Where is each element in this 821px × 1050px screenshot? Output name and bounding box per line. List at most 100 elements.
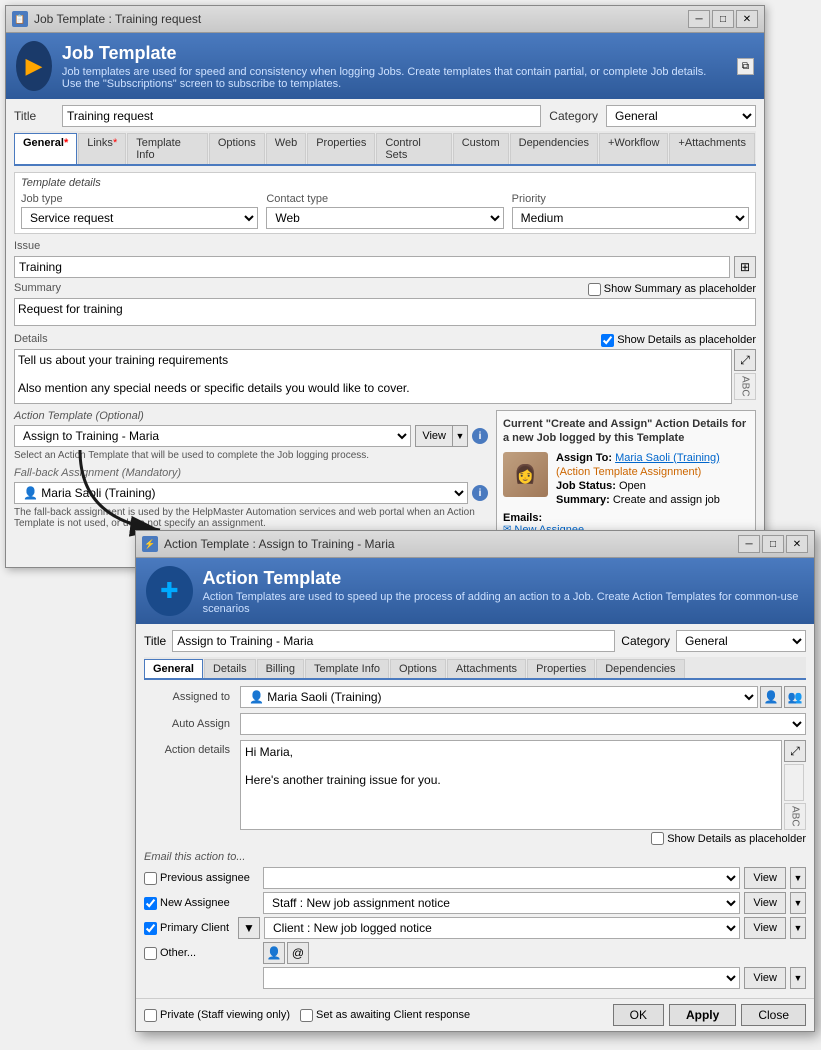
private-checkbox[interactable] <box>144 1009 157 1022</box>
sub-close-btn[interactable]: Close <box>741 1004 806 1026</box>
tab-custom[interactable]: Custom <box>453 133 509 164</box>
issue-grid-button[interactable]: ⊞ <box>734 256 756 278</box>
sub-tab-details[interactable]: Details <box>204 659 256 678</box>
action-scrollbar[interactable] <box>784 764 804 801</box>
email-row-3: Other... 👤 @ <box>144 942 806 964</box>
contact-type-select[interactable]: Web <box>266 207 503 229</box>
show-details-label: Show Details as placeholder <box>240 832 806 845</box>
sub-tab-template-info[interactable]: Template Info <box>305 659 389 678</box>
sub-tab-dependencies[interactable]: Dependencies <box>596 659 684 678</box>
new-assignee-select[interactable]: Staff : New job assignment notice <box>263 892 740 914</box>
other-at-button[interactable]: @ <box>287 942 309 964</box>
assign-person-button[interactable]: 👤 <box>760 686 782 708</box>
show-summary-checkbox[interactable] <box>588 283 601 296</box>
awaiting-checkbox[interactable] <box>300 1009 313 1022</box>
sub-tab-options[interactable]: Options <box>390 659 446 678</box>
title-input[interactable] <box>62 105 541 127</box>
tab-options[interactable]: Options <box>209 133 265 164</box>
primary-client-dropdown-button[interactable]: ▼ <box>238 917 260 939</box>
template-details-title: Template details <box>21 177 749 189</box>
view-new-assignee-dropdown[interactable]: ▼ <box>790 892 806 914</box>
emails-label: Emails: <box>503 512 749 524</box>
primary-client-checkbox[interactable] <box>144 922 157 935</box>
details-abc-button[interactable]: ABC <box>734 373 756 400</box>
tab-attachments[interactable]: +Attachments <box>669 133 755 164</box>
email-row-extra: View ▼ <box>144 967 806 989</box>
main-window-icon: 📋 <box>12 11 28 27</box>
tab-template-info[interactable]: Template Info <box>127 133 208 164</box>
tab-dependencies[interactable]: Dependencies <box>510 133 598 164</box>
other-person-button[interactable]: 👤 <box>263 942 285 964</box>
tab-links[interactable]: Links* <box>78 133 126 164</box>
copy-button[interactable]: ⧉ <box>737 58 754 75</box>
assign-group-button[interactable]: 👥 <box>784 686 806 708</box>
new-assignee-checkbox[interactable] <box>144 897 157 910</box>
issue-input[interactable] <box>14 256 730 278</box>
assigned-to-select[interactable]: 👤 Maria Saoli (Training) <box>240 686 758 708</box>
view-other-button[interactable]: View <box>744 967 786 989</box>
sub-category-select[interactable]: General <box>676 630 806 652</box>
at-select-row: Assign to Training - Maria View ▼ i <box>14 425 488 447</box>
details-textarea[interactable]: Tell us about your training requirements… <box>14 349 732 404</box>
at-optional-label: Action Template (Optional) <box>14 410 488 422</box>
private-label: Private (Staff viewing only) <box>144 1009 290 1022</box>
summary-textarea[interactable]: Request for training <box>14 298 756 326</box>
tab-workflow[interactable]: +Workflow <box>599 133 668 164</box>
main-titlebar: 📋 Job Template : Training request ─ □ ✕ <box>6 6 764 33</box>
tab-control-sets[interactable]: Control Sets <box>376 133 451 164</box>
sub-tab-attachments[interactable]: Attachments <box>447 659 526 678</box>
view-primary-client-dropdown[interactable]: ▼ <box>790 917 806 939</box>
job-status-row: Job Status: Open <box>556 480 720 492</box>
view-other-dropdown[interactable]: ▼ <box>790 967 806 989</box>
assign-to-link[interactable]: Maria Saoli (Training) <box>615 452 720 464</box>
sub-tab-properties[interactable]: Properties <box>527 659 595 678</box>
primary-client-select[interactable]: Client : New job logged notice <box>264 917 740 939</box>
view-previous-button[interactable]: View <box>744 867 786 889</box>
at-info-button[interactable]: i <box>472 428 488 444</box>
view-dropdown-button[interactable]: ▼ <box>452 425 468 447</box>
action-abc-button[interactable]: ABC <box>784 803 806 830</box>
category-select[interactable]: General <box>606 105 756 127</box>
other-template-select[interactable] <box>263 967 740 989</box>
view-new-assignee-button[interactable]: View <box>744 892 786 914</box>
previous-assignee-select[interactable] <box>263 867 740 889</box>
sub-title-input[interactable] <box>172 630 615 652</box>
other-checkbox[interactable] <box>144 947 157 960</box>
show-details-checkbox[interactable] <box>651 832 664 845</box>
at-select[interactable]: Assign to Training - Maria <box>14 425 411 447</box>
ok-button[interactable]: OK <box>613 1004 664 1026</box>
action-details-row: Action details Hi Maria,Here's another t… <box>144 740 806 845</box>
bottom-checkboxes: Private (Staff viewing only) Set as awai… <box>144 1009 470 1022</box>
view-primary-client-button[interactable]: View <box>744 917 786 939</box>
tab-general[interactable]: General* <box>14 133 77 164</box>
fallback-select[interactable]: 👤 Maria Saoli (Training) <box>14 482 468 504</box>
sub-tab-billing[interactable]: Billing <box>257 659 304 678</box>
sub-tab-general[interactable]: General <box>144 659 203 678</box>
tab-properties[interactable]: Properties <box>307 133 375 164</box>
auto-assign-select[interactable] <box>240 713 806 735</box>
sub-minimize-button[interactable]: ─ <box>738 535 760 553</box>
job-type-select[interactable]: Service request <box>21 207 258 229</box>
sub-close-button[interactable]: ✕ <box>786 535 808 553</box>
view-main-button[interactable]: View <box>415 425 452 447</box>
show-details-checkbox[interactable] <box>601 334 614 347</box>
close-button[interactable]: ✕ <box>736 10 758 28</box>
tab-web[interactable]: Web <box>266 133 306 164</box>
action-details-buttons: ⤢ ABC <box>784 740 806 830</box>
sub-maximize-button[interactable]: □ <box>762 535 784 553</box>
previous-assignee-checkbox[interactable] <box>144 872 157 885</box>
sub-header: ✚ Action Template Action Templates are u… <box>136 558 814 624</box>
view-previous-dropdown[interactable]: ▼ <box>790 867 806 889</box>
details-header-row: Details Show Details as placeholder <box>14 333 756 347</box>
maximize-button[interactable]: □ <box>712 10 734 28</box>
sub-header-title: Action Template <box>203 568 804 589</box>
fallback-info-button[interactable]: i <box>472 485 488 501</box>
apply-button[interactable]: Apply <box>669 1004 736 1026</box>
minimize-button[interactable]: ─ <box>688 10 710 28</box>
main-header: ▶ Job Template Job templates are used fo… <box>6 33 764 99</box>
details-expand-button[interactable]: ⤢ <box>734 349 756 371</box>
sub-window-icon: ⚡ <box>142 536 158 552</box>
priority-select[interactable]: Medium <box>512 207 749 229</box>
priority-label: Priority <box>512 193 749 205</box>
action-expand-button[interactable]: ⤢ <box>784 740 806 762</box>
